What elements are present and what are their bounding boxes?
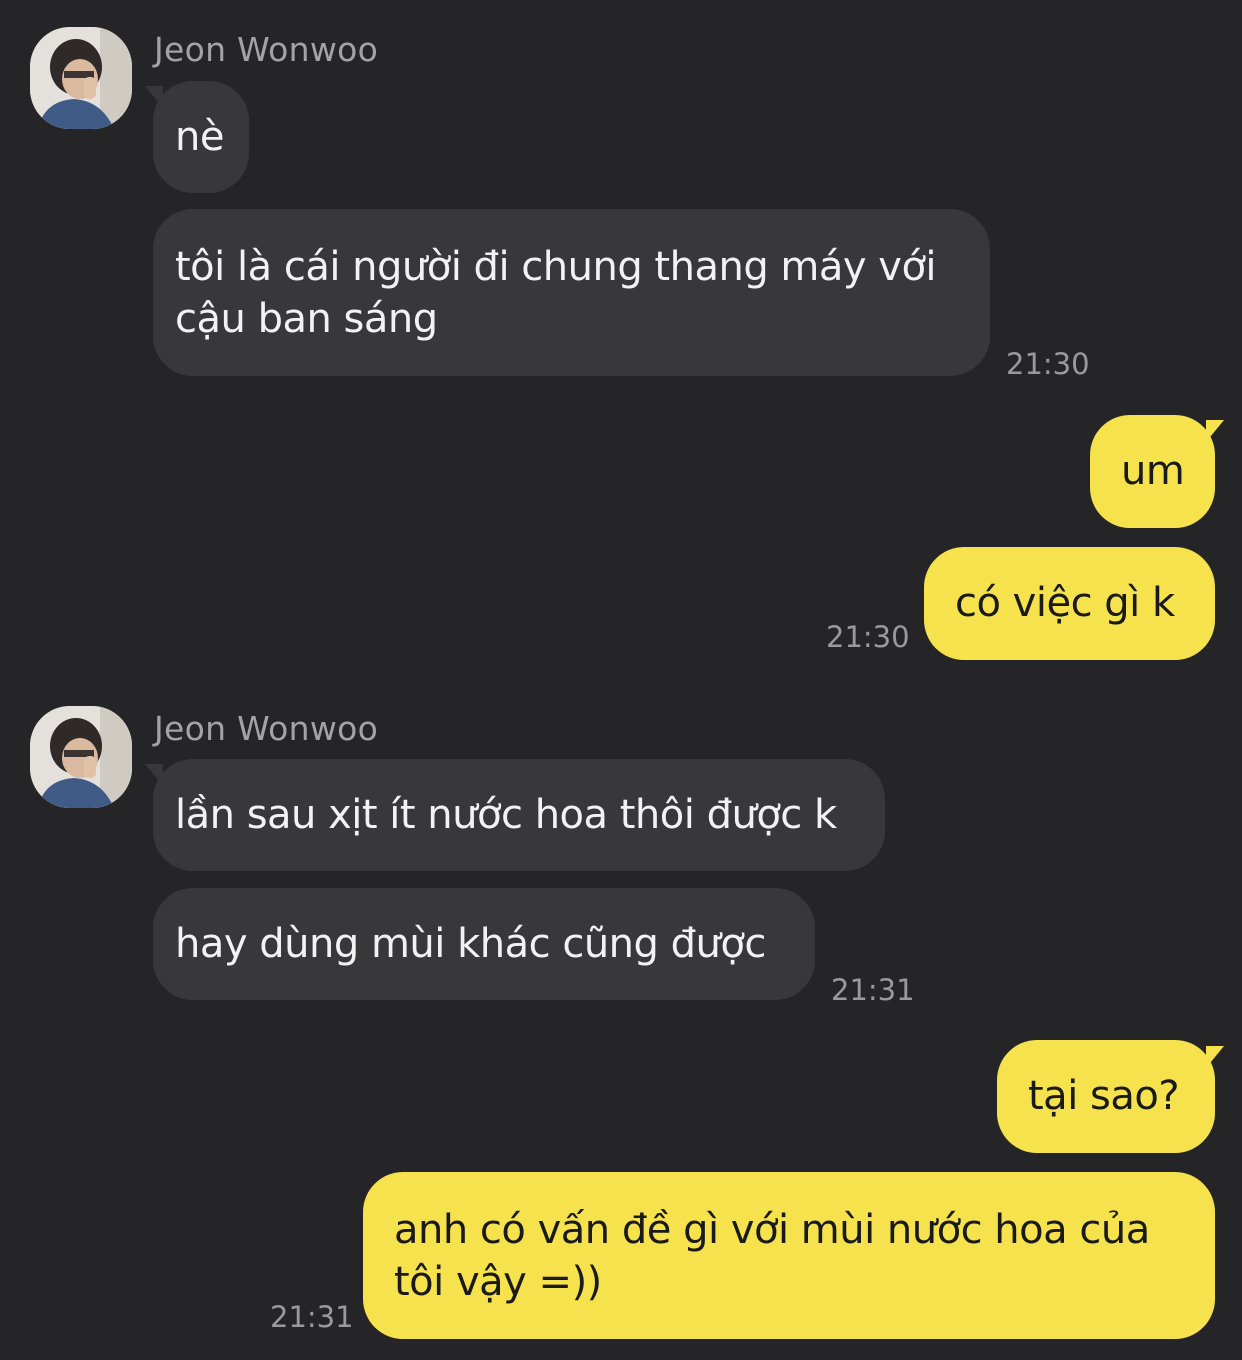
- message-timestamp: 21:30: [1006, 347, 1090, 381]
- incoming-message-bubble[interactable]: tôi là cái người đi chung thang máy với …: [153, 209, 990, 376]
- message-timestamp: 21:31: [270, 1300, 354, 1334]
- sender-name: Jeon Wonwoo: [154, 709, 379, 748]
- outgoing-message-bubble[interactable]: có việc gì k: [924, 547, 1215, 660]
- outgoing-message-bubble[interactable]: tại sao?: [997, 1040, 1215, 1153]
- outgoing-message-bubble[interactable]: anh có vấn đề gì với mùi nước hoa của tô…: [363, 1172, 1215, 1339]
- sender-name: Jeon Wonwoo: [154, 30, 379, 69]
- incoming-message-bubble[interactable]: nè: [153, 81, 249, 193]
- message-timestamp: 21:31: [831, 973, 915, 1007]
- chat-thread[interactable]: Jeon Wonwoo nè tôi là cái người đi chung…: [0, 0, 1242, 1360]
- incoming-message-bubble[interactable]: hay dùng mùi khác cũng được: [153, 888, 815, 1000]
- contact-avatar[interactable]: [30, 706, 132, 808]
- avatar-photo-icon: [30, 27, 132, 129]
- message-timestamp: 21:30: [826, 620, 910, 654]
- incoming-message-bubble[interactable]: lần sau xịt ít nước hoa thôi được k: [153, 759, 885, 871]
- outgoing-message-bubble[interactable]: um: [1090, 415, 1215, 528]
- avatar-photo-icon: [30, 706, 132, 808]
- contact-avatar[interactable]: [30, 27, 132, 129]
